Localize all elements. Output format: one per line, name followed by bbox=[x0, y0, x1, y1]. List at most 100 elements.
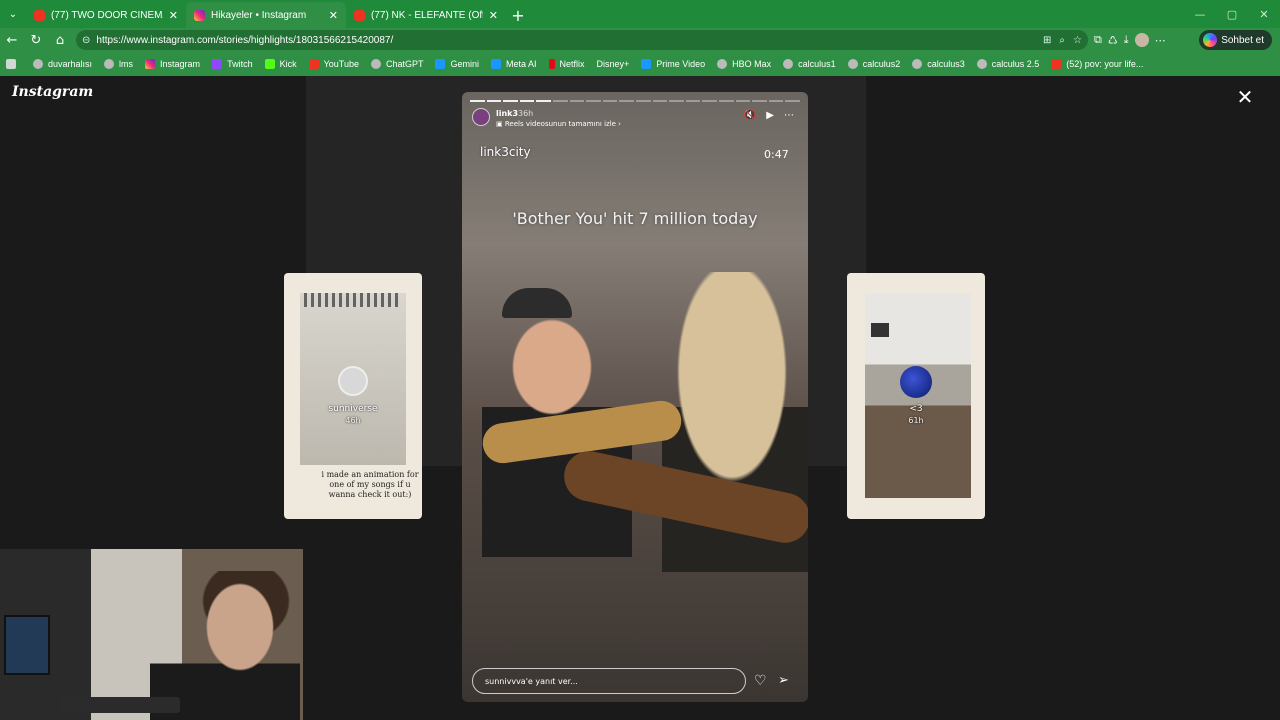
bookmark-item[interactable]: Meta AI bbox=[491, 59, 537, 69]
downloads-icon[interactable]: ⤓ bbox=[1124, 33, 1129, 47]
bookmark-favicon-icon bbox=[104, 59, 115, 69]
window-close-icon[interactable]: ✕ bbox=[1248, 0, 1280, 28]
bookmark-item[interactable]: Twitch bbox=[212, 59, 253, 69]
tab-instagram-stories[interactable]: Hikayeler • Instagram ✕ bbox=[186, 2, 346, 28]
send-icon[interactable]: ➢ bbox=[778, 673, 789, 688]
bookmark-label: HBO Max bbox=[732, 59, 772, 69]
close-icon[interactable]: ✕ bbox=[1234, 85, 1256, 109]
close-tab-icon[interactable]: ✕ bbox=[169, 9, 178, 22]
bookmark-item[interactable]: duvarhalısı bbox=[33, 59, 92, 69]
mute-icon[interactable]: 🔇 bbox=[744, 110, 756, 121]
monitor-graphic bbox=[4, 615, 50, 675]
bookmark-label: lms bbox=[119, 59, 134, 69]
copilot-button[interactable]: Sohbet et bbox=[1199, 30, 1272, 50]
play-icon[interactable]: ▶ bbox=[766, 110, 774, 121]
story-controls: 🔇 ▶ ⋯ bbox=[744, 110, 794, 121]
app-available-icon[interactable]: ⊞ bbox=[1043, 35, 1051, 46]
bookmark-favicon-icon bbox=[308, 59, 319, 69]
site-info-icon[interactable]: ⊝ bbox=[82, 35, 90, 46]
minimize-icon[interactable]: — bbox=[1184, 0, 1216, 28]
bookmark-favicon-icon bbox=[435, 59, 446, 69]
bookmark-item[interactable]: Gemini bbox=[435, 59, 479, 69]
close-tab-icon[interactable]: ✕ bbox=[329, 9, 338, 22]
next-story-preview[interactable]: <3 61h bbox=[847, 273, 985, 519]
avatar[interactable] bbox=[472, 108, 490, 126]
preview-sticker bbox=[871, 323, 889, 337]
bookmark-item[interactable]: Prime Video bbox=[641, 59, 705, 69]
profile-avatar[interactable] bbox=[1134, 33, 1149, 47]
new-tab-icon[interactable]: + bbox=[506, 2, 530, 28]
bookmark-favicon-icon bbox=[641, 59, 652, 69]
reply-input[interactable]: sunnivvva'e yanıt ver... bbox=[472, 668, 746, 694]
maximize-icon[interactable]: ▢ bbox=[1216, 0, 1248, 28]
bookmark-item[interactable]: Disney+ bbox=[597, 59, 630, 69]
story-handle-text: link3city bbox=[480, 145, 531, 159]
bookmark-item[interactable]: Netflix bbox=[548, 59, 585, 69]
bookmark-favicon-icon bbox=[212, 59, 223, 69]
bookmarks-menu-icon[interactable] bbox=[6, 59, 21, 69]
bookmark-item[interactable]: ChatGPT bbox=[370, 59, 423, 69]
more-menu-icon[interactable]: ⋯ bbox=[1155, 34, 1166, 47]
bookmark-favicon-icon bbox=[1051, 59, 1062, 69]
bookmark-favicon-icon bbox=[548, 59, 555, 69]
tab-youtube-elefante[interactable]: (77) NK - ELEFANTE (Official Video ✕ bbox=[346, 2, 506, 28]
reply-placeholder: sunnivvva'e yanıt ver... bbox=[485, 676, 578, 686]
story-clock-text: 0:47 bbox=[764, 148, 789, 161]
address-bar-icons: ⊞ ⌕ ☆ bbox=[1043, 30, 1082, 50]
window-controls: — ▢ ✕ bbox=[1184, 0, 1280, 28]
bookmark-item[interactable]: HBO Max bbox=[717, 59, 771, 69]
tab-title: Hikayeler • Instagram bbox=[211, 9, 307, 21]
toolbar-icons: ⧉ ♺ ⤓ ⋯ bbox=[1094, 28, 1166, 52]
extensions-icon[interactable]: ⧉ bbox=[1094, 33, 1102, 47]
story-progress-bars bbox=[470, 100, 800, 102]
bookmarks-bar: duvarhalısı lms Instagram Twitch Kick YouTube… bbox=[0, 52, 1280, 76]
avatar bbox=[338, 366, 368, 396]
bookmark-item[interactable]: YouTube bbox=[308, 59, 359, 69]
tab-title: (77) TWO DOOR CINEMA CLUB | S bbox=[51, 9, 163, 21]
tab-strip: ⌄ (77) TWO DOOR CINEMA CLUB | S ✕ Hikaye… bbox=[0, 0, 1280, 28]
close-tab-icon[interactable]: ✕ bbox=[489, 9, 498, 22]
heart-icon[interactable]: ♡ bbox=[754, 673, 767, 689]
reel-link[interactable]: ▣ Reels videosunun tamamını izle › bbox=[496, 120, 621, 128]
back-icon[interactable]: ← bbox=[0, 28, 24, 52]
bookmark-label: Gemini bbox=[450, 59, 479, 69]
avatar bbox=[900, 366, 932, 398]
bookmark-item[interactable]: (52) pov: your life... bbox=[1051, 59, 1143, 69]
bookmark-label: calculus2 bbox=[862, 59, 901, 69]
bookmark-item[interactable]: calculus2 bbox=[847, 59, 901, 69]
favorites-icon[interactable]: ♺ bbox=[1108, 34, 1118, 47]
reel-icon: ▣ bbox=[496, 120, 505, 128]
previous-story-preview[interactable]: sunniverse 46h i made an animation for o… bbox=[284, 273, 422, 519]
bookmark-label: calculus1 bbox=[798, 59, 836, 69]
more-options-icon[interactable]: ⋯ bbox=[784, 110, 794, 121]
reload-icon[interactable]: ↻ bbox=[24, 28, 48, 52]
home-icon[interactable]: ⌂ bbox=[48, 28, 72, 52]
bookmark-item[interactable]: calculus3 bbox=[912, 59, 965, 69]
bookmark-item[interactable]: Instagram bbox=[145, 59, 200, 69]
bookmark-item[interactable]: calculus1 bbox=[783, 59, 836, 69]
bookmark-label: calculus 2.5 bbox=[991, 59, 1040, 69]
story-username[interactable]: link3 bbox=[496, 109, 518, 118]
zoom-icon[interactable]: ⌕ bbox=[1059, 35, 1065, 46]
youtube-icon bbox=[354, 9, 365, 21]
instagram-logo[interactable]: Instagram bbox=[12, 84, 93, 100]
keyboard-graphic bbox=[60, 697, 180, 713]
story-time: 36h bbox=[518, 109, 534, 118]
story-frame[interactable]: link3 36h ▣ Reels videosunun tamamını iz… bbox=[462, 92, 808, 702]
tab-actions-menu-icon[interactable]: ⌄ bbox=[0, 0, 26, 28]
bookmark-item[interactable]: Kick bbox=[264, 59, 297, 69]
bookmark-item[interactable]: calculus 2.5 bbox=[976, 59, 1040, 69]
bookmark-label: Meta AI bbox=[506, 59, 537, 69]
favorite-star-icon[interactable]: ☆ bbox=[1073, 35, 1082, 46]
preview-time: 46h bbox=[345, 416, 361, 425]
copilot-icon bbox=[1203, 33, 1218, 47]
preview-time: 61h bbox=[908, 416, 924, 425]
bookmark-favicon-icon bbox=[33, 59, 43, 69]
tab-youtube-two-door[interactable]: (77) TWO DOOR CINEMA CLUB | S ✕ bbox=[26, 2, 186, 28]
bookmark-label: Kick bbox=[279, 59, 297, 69]
bookmark-favicon-icon bbox=[976, 59, 987, 69]
tab-title: (77) NK - ELEFANTE (Official Video bbox=[371, 9, 483, 21]
bookmark-item[interactable]: lms bbox=[104, 59, 133, 69]
bookmark-label: duvarhalısı bbox=[48, 59, 93, 69]
address-bar[interactable]: ⊝ https://www.instagram.com/stories/high… bbox=[76, 30, 1088, 50]
